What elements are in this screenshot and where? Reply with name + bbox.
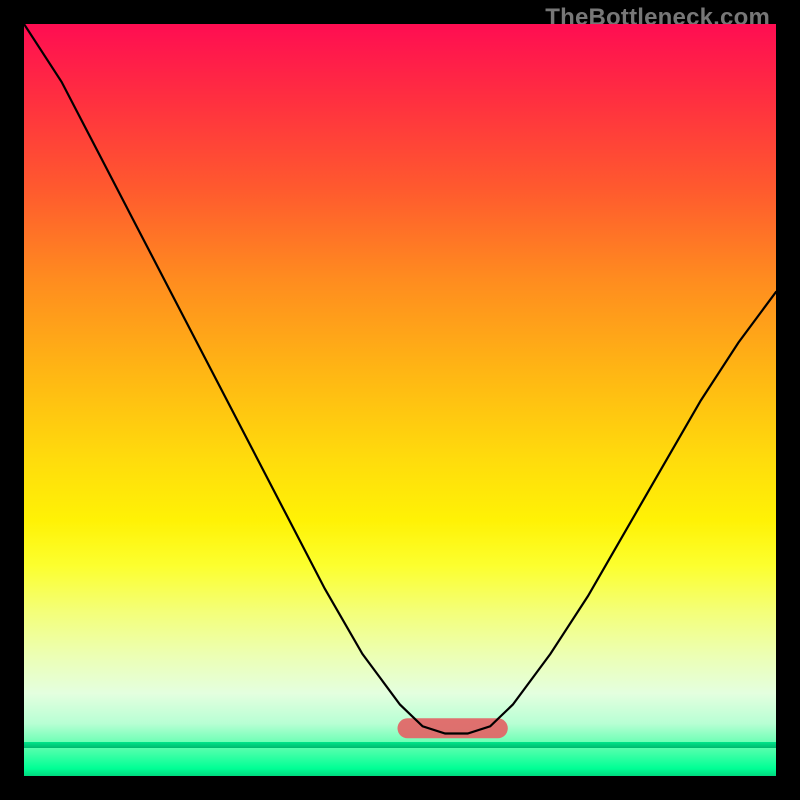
bottleneck-curve bbox=[24, 24, 776, 734]
chart-frame: TheBottleneck.com bbox=[0, 0, 800, 800]
plot-area bbox=[24, 24, 776, 776]
curve-layer bbox=[24, 24, 776, 776]
